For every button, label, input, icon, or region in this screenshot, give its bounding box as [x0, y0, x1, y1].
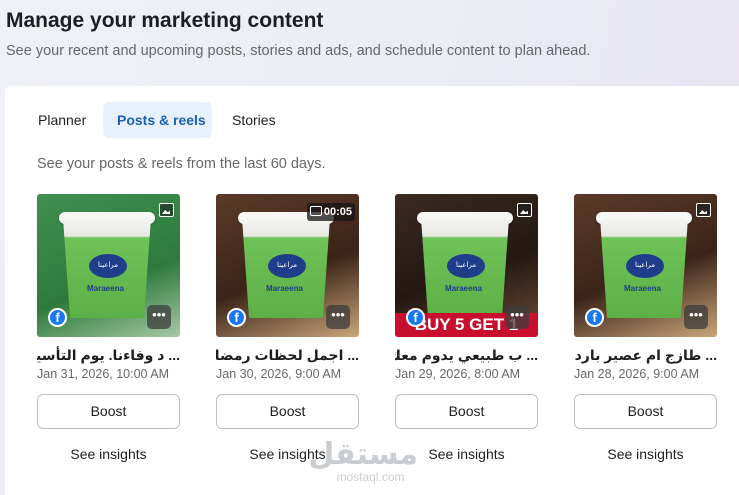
watermark-arabic: مستقل — [308, 438, 418, 471]
photo-icon — [696, 203, 711, 217]
page-title: Manage your marketing content — [6, 9, 324, 32]
post-title: ... طازج ام عصير بارد؟ — [574, 347, 717, 363]
more-options-button[interactable]: ••• — [147, 305, 171, 329]
post-date: Jan 28, 2026, 9:00 AM — [574, 367, 700, 381]
facebook-icon: f — [227, 308, 246, 327]
content-card: Planner Posts & reels Stories See your p… — [5, 86, 739, 495]
post-date: Jan 30, 2026, 9:00 AM — [216, 367, 342, 381]
section-description: See your posts & reels from the last 60 … — [37, 156, 326, 172]
post-thumbnail[interactable]: مراعينا Maraeena f ••• — [574, 194, 717, 337]
video-duration-badge: 00:05 — [306, 203, 355, 221]
more-options-button[interactable]: ••• — [505, 305, 529, 329]
tab-posts-and-reels[interactable]: Posts & reels — [103, 102, 212, 138]
post-card: مراعينا Maraeena f ••• ... طازج ام عصير … — [574, 194, 717, 462]
video-duration: 00:05 — [323, 206, 352, 218]
boost-button[interactable]: Boost — [216, 394, 359, 429]
post-thumbnail[interactable]: مراعينا Maraeena 00:05 f ••• — [216, 194, 359, 337]
photo-icon — [517, 203, 532, 217]
watermark: مستقل mostaql.com — [308, 438, 418, 487]
brand-logo: مراعينا — [268, 254, 306, 278]
brand-logo: مراعينا — [447, 254, 485, 278]
brand-name: Maraeena — [266, 284, 303, 293]
facebook-icon: f — [48, 308, 67, 327]
tab-stories[interactable]: Stories — [218, 102, 288, 138]
post-title: ... ب طبيعي يدوم معك — [395, 347, 538, 363]
page-subtitle: See your recent and upcoming posts, stor… — [6, 43, 591, 59]
post-thumbnail[interactable]: مراعينا Maraeena f ••• — [37, 194, 180, 337]
more-options-button[interactable]: ••• — [684, 305, 708, 329]
brand-logo: مراعينا — [626, 254, 664, 278]
boost-button[interactable]: Boost — [574, 394, 717, 429]
post-date: Jan 31, 2026, 10:00 AM — [37, 367, 170, 381]
see-insights-link[interactable]: See insights — [574, 446, 717, 462]
see-insights-link[interactable]: See insights — [37, 446, 180, 462]
brand-name: Maraeena — [87, 284, 124, 293]
video-icon — [309, 206, 322, 216]
post-card: مراعينا Maraeena 00:05 f ••• ... اجمل لح… — [216, 194, 359, 462]
boost-button[interactable]: Boost — [37, 394, 180, 429]
post-title: ... اجمل لحظات رمضان — [216, 347, 359, 363]
more-options-button[interactable]: ••• — [326, 305, 350, 329]
photo-icon — [159, 203, 174, 217]
tab-bar: Planner Posts & reels Stories — [24, 102, 288, 138]
brand-name: Maraeena — [445, 284, 482, 293]
facebook-icon: f — [585, 308, 604, 327]
post-title: ... د وفاءنا. يوم التأسيس — [37, 347, 180, 363]
watermark-latin: mostaql.com — [336, 470, 405, 484]
facebook-icon: f — [406, 308, 425, 327]
brand-logo: مراعينا — [89, 254, 127, 278]
post-thumbnail[interactable]: مراعينا Maraeena BUY 5 GET 1 f ••• — [395, 194, 538, 337]
brand-name: Maraeena — [624, 284, 661, 293]
post-date: Jan 29, 2026, 8:00 AM — [395, 367, 521, 381]
post-card: مراعينا Maraeena f ••• ... د وفاءنا. يوم… — [37, 194, 180, 462]
post-card: مراعينا Maraeena BUY 5 GET 1 f ••• ... ب… — [395, 194, 538, 462]
tab-planner[interactable]: Planner — [24, 102, 102, 138]
boost-button[interactable]: Boost — [395, 394, 538, 429]
